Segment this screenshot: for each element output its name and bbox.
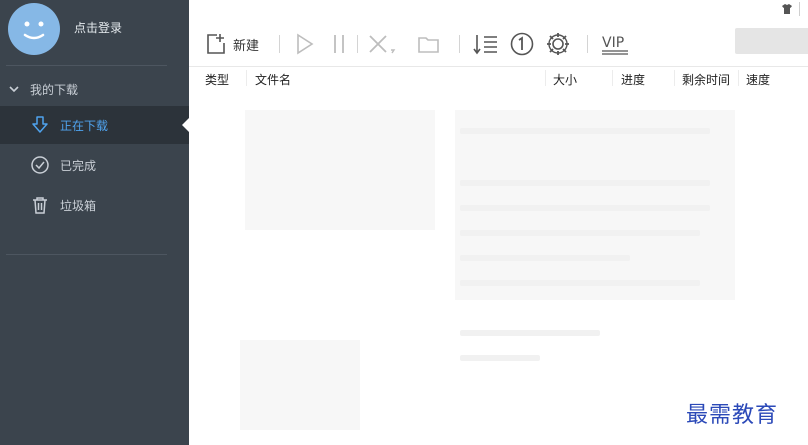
folder-icon: [418, 37, 439, 53]
divider: [357, 35, 358, 53]
column-header-filename[interactable]: 文件名: [255, 71, 291, 88]
download-arrow-icon: [32, 116, 48, 133]
column-header-remaining-time[interactable]: 剩余时间: [682, 71, 730, 88]
chevron-down-icon: [9, 86, 19, 93]
divider: [799, 2, 800, 16]
avatar[interactable]: [8, 3, 60, 55]
trash-icon: [33, 197, 47, 214]
sort-list-icon: [473, 35, 497, 55]
sidebar: 点击登录 我的下载 正在下载 已完成 垃圾箱: [0, 0, 189, 445]
column-header-type[interactable]: 类型: [205, 71, 229, 88]
vip-button[interactable]: VIP: [601, 30, 631, 58]
sidebar-item-downloading[interactable]: 正在下载: [0, 106, 189, 144]
delete-button[interactable]: [367, 30, 397, 58]
divider: [587, 35, 588, 53]
column-divider: [545, 70, 546, 86]
sidebar-item-label: 垃圾箱: [60, 198, 97, 213]
divider: [459, 35, 460, 53]
divider: [6, 254, 167, 255]
sidebar-item-trash[interactable]: 垃圾箱: [0, 186, 189, 224]
vip-icon: VIP: [602, 35, 628, 55]
column-divider: [612, 70, 613, 86]
sort-button[interactable]: [473, 30, 499, 58]
limit-tasks-button[interactable]: [509, 30, 535, 58]
divider: [279, 35, 280, 53]
column-header-size[interactable]: 大小: [553, 71, 577, 88]
divider: [6, 65, 167, 66]
active-indicator: [182, 118, 189, 132]
open-folder-button[interactable]: [417, 30, 441, 58]
column-divider: [246, 70, 247, 86]
login-link[interactable]: 点击登录: [74, 19, 122, 36]
sidebar-item-label: 已完成: [60, 158, 97, 173]
new-file-icon: [207, 34, 225, 54]
sidebar-item-label: 正在下载: [60, 118, 109, 133]
new-label: 新建: [233, 38, 260, 54]
pause-icon: [334, 35, 344, 53]
watermark: 最需教育: [686, 403, 779, 428]
delete-icon: [369, 35, 396, 54]
my-downloads-section[interactable]: 我的下载: [8, 80, 78, 98]
settings-gear-icon: [547, 33, 569, 55]
pause-button[interactable]: [331, 30, 347, 58]
sidebar-item-completed[interactable]: 已完成: [0, 146, 189, 184]
smiley-face-icon: [23, 21, 45, 40]
settings-button[interactable]: [545, 30, 571, 58]
start-button[interactable]: [295, 30, 315, 58]
table-header: 类型 文件名 大小 进度 剩余时间 速度: [189, 66, 808, 91]
window-controls: [781, 2, 800, 16]
play-icon: [297, 33, 314, 55]
check-circle-icon: [31, 156, 49, 174]
column-header-speed[interactable]: 速度: [746, 71, 770, 88]
column-header-progress[interactable]: 进度: [621, 71, 645, 88]
limit-one-icon: [510, 32, 534, 56]
vip-label: VIP: [602, 35, 624, 51]
column-divider: [738, 70, 739, 86]
search-input[interactable]: [735, 28, 808, 54]
toolbar: 新建 VIP: [189, 26, 808, 64]
column-divider: [674, 70, 675, 86]
new-button[interactable]: 新建: [205, 30, 259, 58]
skin-shirt-icon[interactable]: [781, 3, 793, 15]
section-label: 我的下载: [30, 82, 79, 97]
